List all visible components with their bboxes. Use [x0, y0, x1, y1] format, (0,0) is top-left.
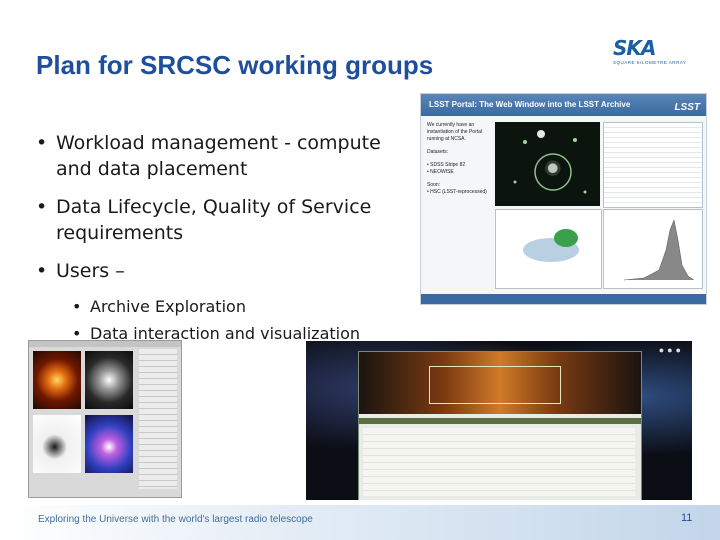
ska-logo-subtext: SQUARE KILOMETRE ARRAY	[613, 60, 687, 65]
lsst-side-line: Soon:	[427, 182, 441, 188]
lsst-side-line: • NEOWISE	[427, 169, 454, 175]
lsst-side-line: • HSC (LSST-reprocessed)	[427, 189, 487, 195]
lsst-header-text: LSST Portal: The Web Window into the LSS…	[429, 100, 631, 109]
lsst-sky-overlay	[513, 130, 587, 194]
bullet-list: Workload management - compute and data p…	[36, 130, 406, 350]
portal-window-controls: ●●●	[658, 345, 684, 355]
lsst-histogram-svg	[623, 219, 695, 281]
lsst-sky-image	[495, 122, 600, 206]
lsst-side-line: • SDSS Stripe 82	[427, 162, 466, 168]
portal-form-area	[363, 428, 635, 496]
portal-roi-box	[429, 366, 561, 404]
lsst-side-line: Datasets:	[427, 149, 449, 155]
ds9-viewer-screenshot	[28, 340, 182, 498]
ds9-tile-white	[33, 415, 81, 473]
ska-logo: SKA SQUARE KILOMETRE ARRAY	[613, 36, 687, 74]
page-number: 11	[681, 512, 693, 524]
lsst-logo: LSST	[674, 102, 700, 113]
lsst-scatter-svg	[523, 229, 579, 262]
portal-window	[358, 351, 642, 500]
ska-logo-text: SKA	[613, 36, 656, 60]
ds9-side-panel	[139, 349, 177, 489]
slide-title: Plan for SRCSC working groups	[36, 50, 434, 80]
ds9-tile-blue	[85, 415, 133, 473]
lsst-histogram	[603, 209, 703, 289]
portal-screenshot: ●●●	[306, 341, 692, 500]
ds9-tile-gray	[85, 351, 133, 409]
lsst-side-line: We currently have an instantiation of th…	[427, 122, 483, 142]
bullet-lifecycle: Data Lifecycle, Quality of Service requi…	[36, 194, 406, 246]
lsst-side-text: We currently have an instantiation of th…	[427, 122, 489, 196]
lsst-header: LSST Portal: The Web Window into the LSS…	[421, 94, 706, 116]
lsst-footer-bar	[421, 294, 706, 304]
lsst-scatter-plot	[495, 209, 602, 289]
ds9-tile-orange	[33, 351, 81, 409]
ds9-menu-bar	[29, 341, 181, 347]
sub-bullet-archive: Archive Exploration	[36, 296, 406, 318]
portal-toolbar	[359, 418, 641, 424]
footer-text: Exploring the Universe with the world's …	[38, 514, 313, 525]
bullet-users: Users –	[36, 258, 406, 284]
portal-image-strip	[359, 352, 641, 414]
bullet-workload: Workload management - compute and data p…	[36, 130, 406, 182]
lsst-portal-screenshot: LSST Portal: The Web Window into the LSS…	[420, 93, 707, 305]
lsst-data-table	[603, 122, 703, 208]
